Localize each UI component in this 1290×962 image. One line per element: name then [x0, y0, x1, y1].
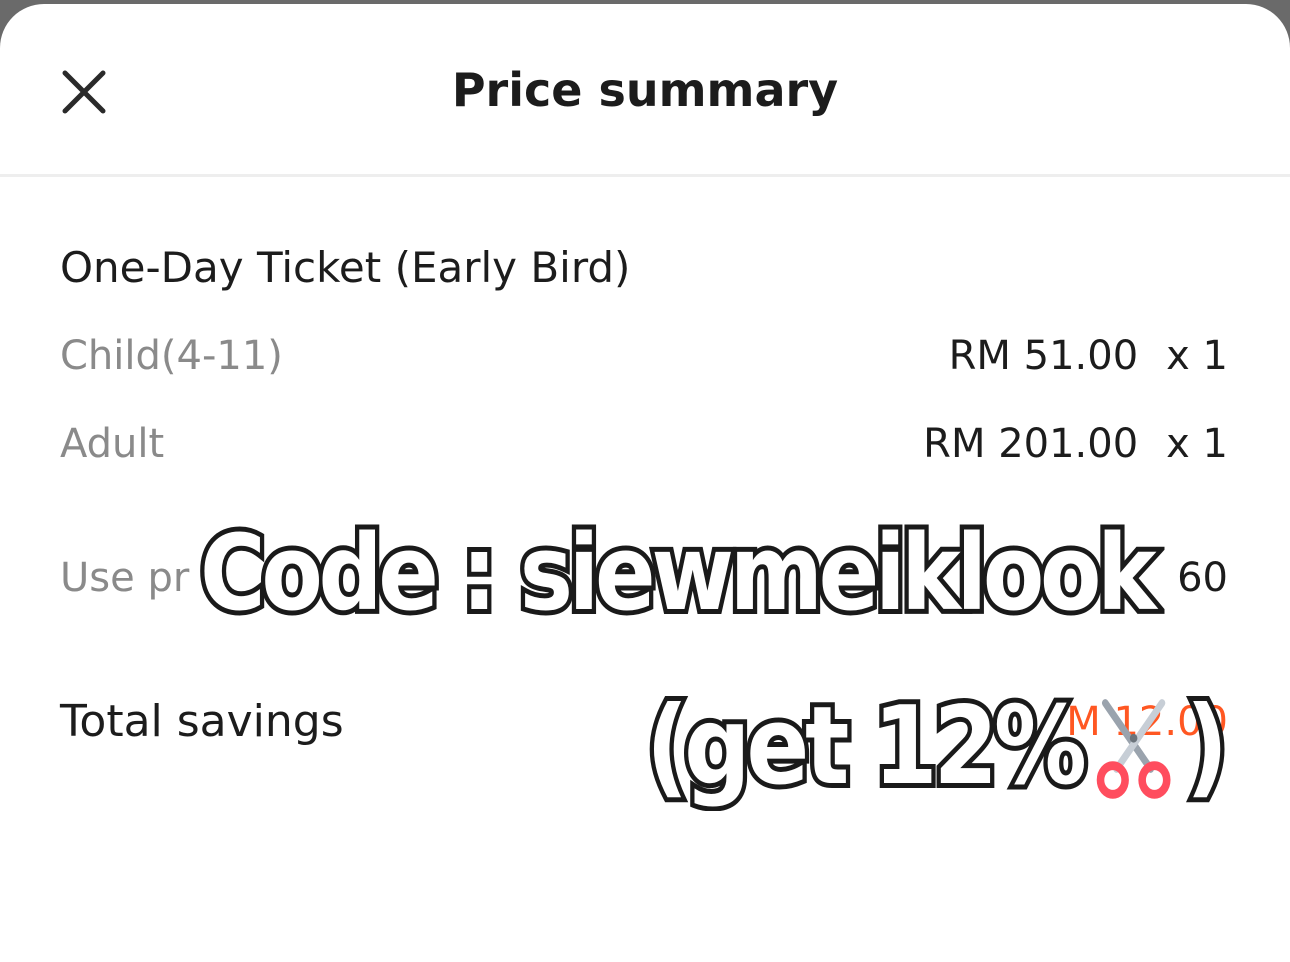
price-line-label: Adult: [60, 421, 165, 467]
scissors-icon: [1096, 699, 1171, 799]
promo-value: 60: [1177, 555, 1228, 601]
price-line-child: Child(4-11) RM 51.00 x 1: [60, 328, 1228, 384]
discount-overlay: (get 12% ): [642, 672, 1233, 822]
page-title: Price summary: [451, 63, 839, 117]
total-savings-label: Total savings: [60, 696, 344, 747]
price-line-label: Child(4-11): [60, 333, 283, 379]
price-line-price: RM 51.00: [948, 333, 1139, 379]
header: Price summary: [0, 4, 1290, 177]
price-line-qty: x 1: [1166, 421, 1228, 467]
promo-label: Use pr: [60, 555, 190, 601]
discount-overlay-close: ): [1181, 679, 1232, 814]
price-line-price: RM 201.00: [923, 421, 1139, 467]
discount-overlay-text: (get 12%: [642, 679, 1091, 814]
price-line-qty: x 1: [1166, 333, 1228, 379]
ticket-name: One-Day Ticket (Early Bird): [60, 243, 631, 292]
price-line-adult: Adult RM 201.00 x 1: [60, 416, 1228, 472]
promo-code-overlay: Code : siewmeiklook: [196, 507, 1161, 639]
